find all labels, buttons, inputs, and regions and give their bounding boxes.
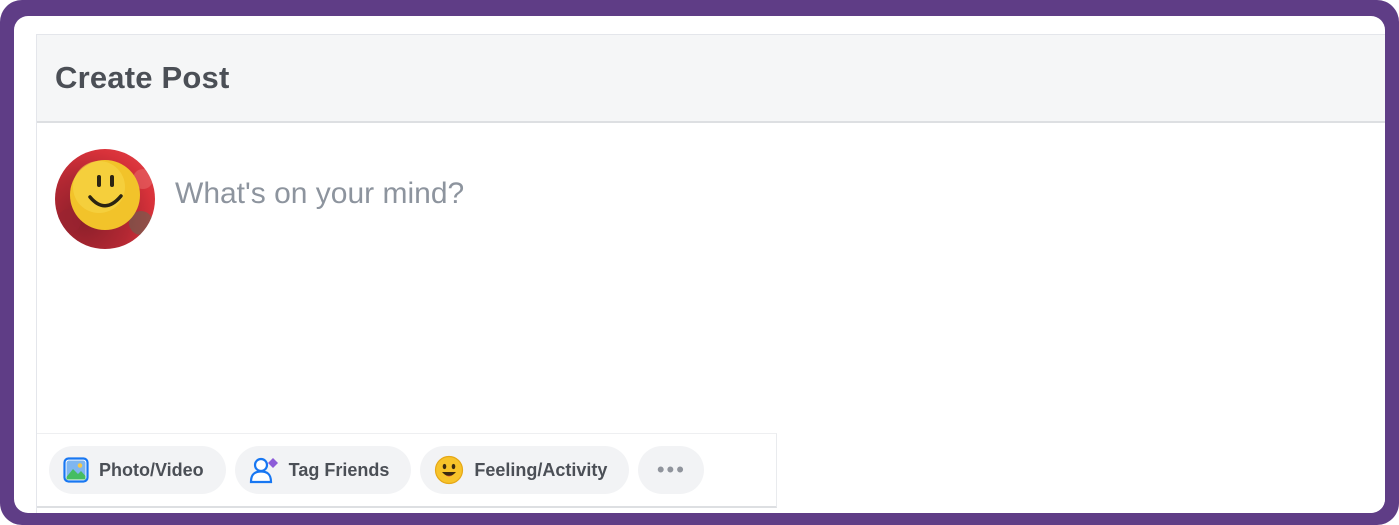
tag-friends-button[interactable]: Tag Friends bbox=[234, 446, 412, 494]
outer-frame: Create Post What's on your mind? Photo/V… bbox=[0, 0, 1399, 525]
composer-actions-bar: Photo/Video Tag Friends Feeling/Activity… bbox=[37, 433, 777, 508]
photo-icon bbox=[63, 457, 89, 483]
page-title: Create Post bbox=[55, 60, 230, 95]
card-header: Create Post bbox=[37, 35, 1385, 123]
tag-friends-label: Tag Friends bbox=[288, 459, 390, 480]
create-post-card: Create Post What's on your mind? Photo/V… bbox=[36, 34, 1385, 513]
tag-friends-icon bbox=[249, 456, 279, 484]
avatar[interactable] bbox=[55, 149, 155, 249]
dialog-container: Create Post What's on your mind? Photo/V… bbox=[14, 16, 1385, 513]
photo-video-button[interactable]: Photo/Video bbox=[49, 446, 226, 494]
composer-area[interactable] bbox=[37, 123, 1385, 433]
photo-video-label: Photo/Video bbox=[99, 459, 204, 480]
smiley-avatar-icon bbox=[57, 160, 153, 235]
more-options-button[interactable]: ••• bbox=[638, 446, 705, 494]
feeling-activity-button[interactable]: Feeling/Activity bbox=[420, 446, 630, 494]
post-text-input[interactable] bbox=[175, 177, 1075, 211]
feeling-activity-label: Feeling/Activity bbox=[474, 459, 608, 480]
more-icon: ••• bbox=[656, 457, 686, 482]
feeling-emoji-icon bbox=[434, 455, 464, 485]
